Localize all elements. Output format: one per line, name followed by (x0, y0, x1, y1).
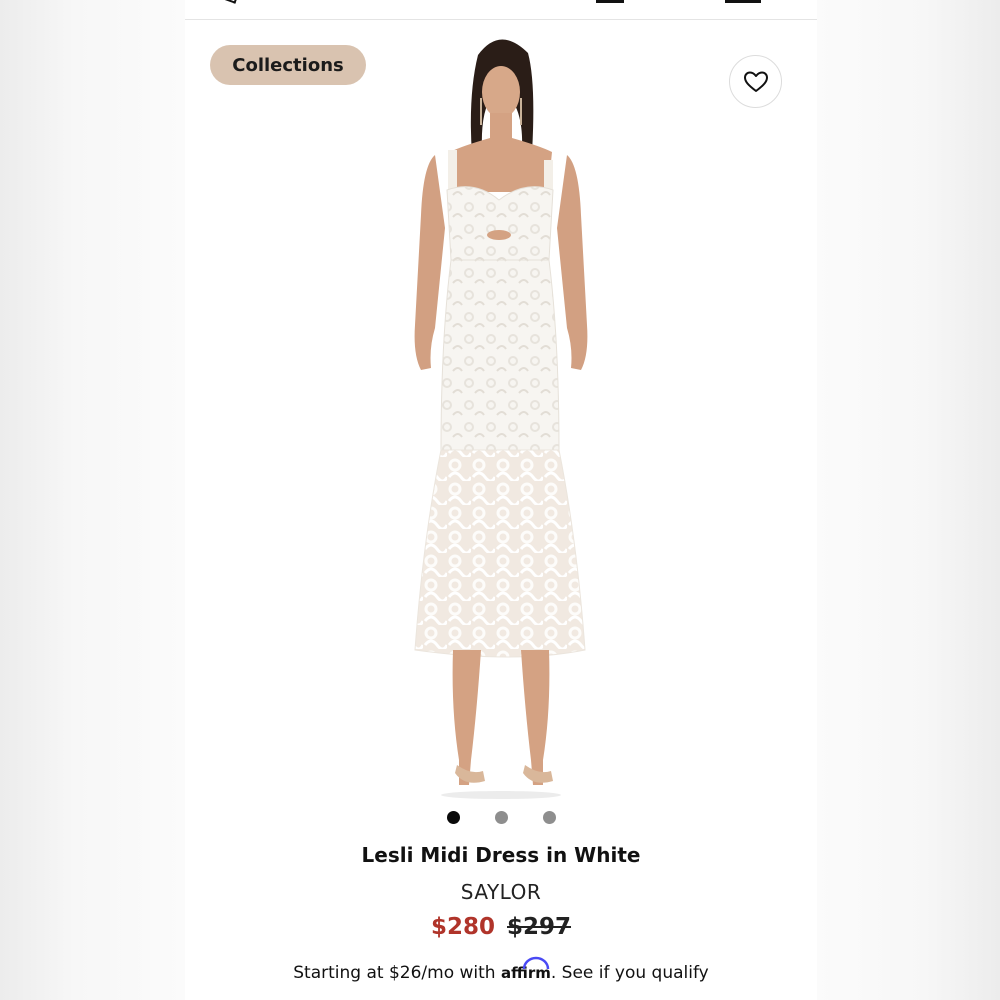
price-row: $280 $297 (185, 914, 817, 940)
product-page: Collections Lesli Midi Dress in White SA… (185, 0, 817, 1000)
background-left (0, 0, 185, 1000)
account-icon[interactable] (596, 0, 624, 3)
product-image[interactable] (375, 25, 625, 800)
financing-prefix: Starting at $26/mo with (293, 963, 496, 983)
carousel-pagination (441, 811, 561, 825)
heart-outline-icon (743, 71, 768, 92)
carousel-dot-2[interactable] (495, 811, 508, 824)
financing-message[interactable]: Starting at $26/mo with affirm . See if … (185, 956, 817, 983)
favorite-button[interactable] (729, 55, 782, 108)
affirm-arc-icon (522, 956, 550, 970)
financing-suffix[interactable]: . See if you qualify (551, 963, 709, 983)
collections-label: Collections (232, 54, 344, 76)
carousel-dot-1[interactable] (447, 811, 460, 824)
collections-badge[interactable]: Collections (210, 45, 366, 85)
search-icon[interactable] (223, 0, 239, 4)
product-brand[interactable]: SAYLOR (185, 880, 817, 904)
sale-price: $280 (430, 914, 495, 940)
bag-icon[interactable] (725, 0, 761, 3)
affirm-logo: affirm (501, 956, 551, 982)
original-price: $297 (507, 914, 572, 940)
product-title: Lesli Midi Dress in White (361, 843, 641, 867)
top-nav-bar (185, 0, 817, 20)
carousel-dot-3[interactable] (543, 811, 556, 824)
background-right (815, 0, 1000, 1000)
